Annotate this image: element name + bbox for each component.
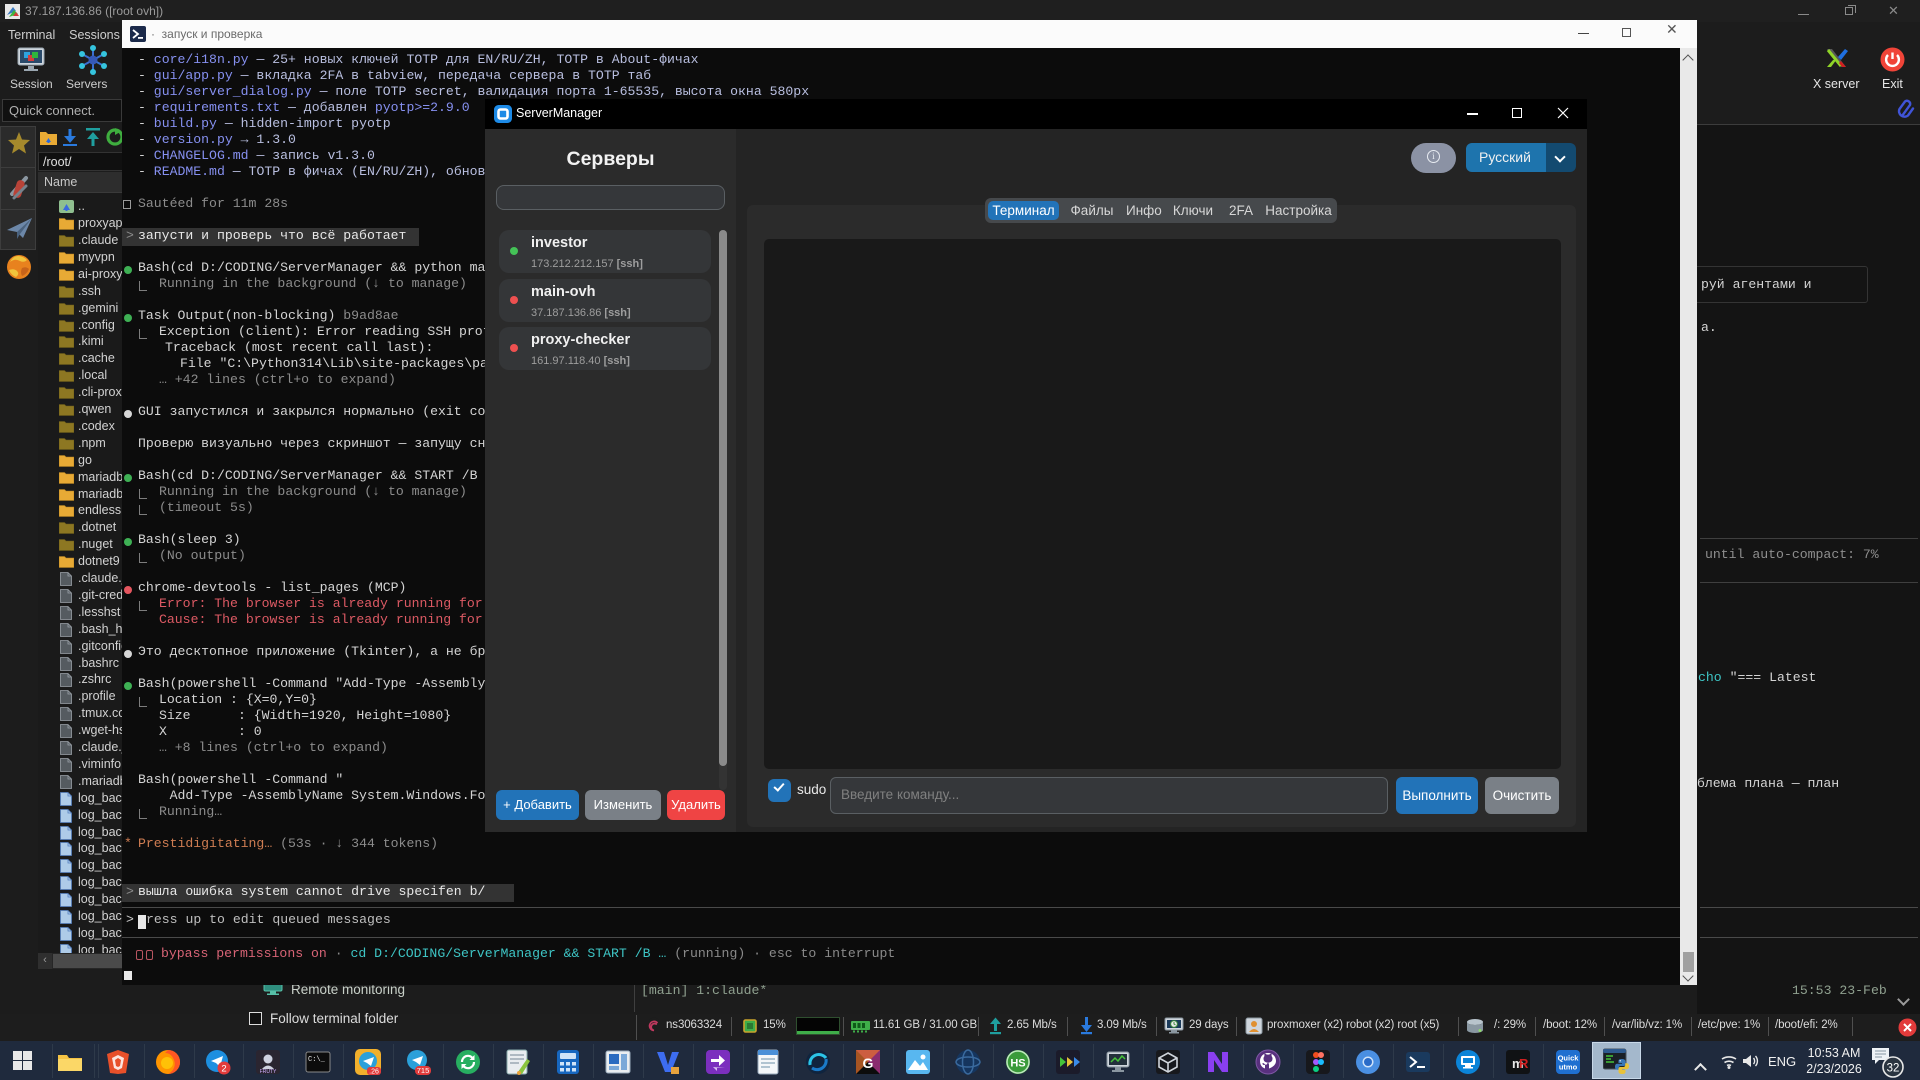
svg-text:G: G xyxy=(863,1055,874,1071)
svg-text:715: 715 xyxy=(417,1066,430,1075)
svg-text:Quick: Quick xyxy=(1558,1054,1580,1063)
svg-text:C:\_: C:\_ xyxy=(308,1056,326,1064)
svg-text:utmo: utmo xyxy=(1559,1063,1578,1072)
svg-text:32: 32 xyxy=(1887,1063,1900,1075)
svg-text:FRUTY: FRUTY xyxy=(260,1069,277,1075)
svg-text:2: 2 xyxy=(221,1064,226,1075)
svg-text:R: R xyxy=(1519,1056,1529,1071)
svg-text:.26: .26 xyxy=(369,1069,379,1076)
svg-text:HS: HS xyxy=(1010,1058,1025,1070)
